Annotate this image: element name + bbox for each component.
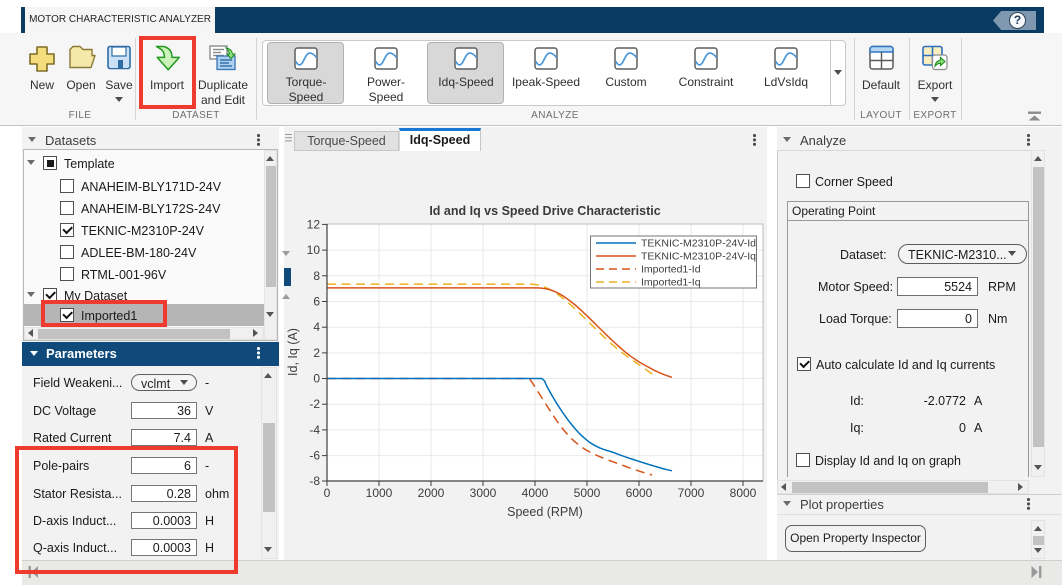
svg-text:TEKNIC-M2310P-24V-Iq: TEKNIC-M2310P-24V-Iq <box>641 251 756 263</box>
svg-text:Id, Iq (A): Id, Iq (A) <box>286 328 300 376</box>
svg-text:6: 6 <box>313 295 320 309</box>
svg-text:TEKNIC-M2310P-24V-Id: TEKNIC-M2310P-24V-Id <box>641 238 756 250</box>
svg-text:1000: 1000 <box>366 486 393 500</box>
svg-text:0: 0 <box>324 486 331 500</box>
svg-text:10: 10 <box>307 243 321 257</box>
svg-text:5000: 5000 <box>574 486 601 500</box>
svg-text:4000: 4000 <box>522 486 549 500</box>
svg-text:8000: 8000 <box>730 486 757 500</box>
svg-text:-4: -4 <box>309 423 320 437</box>
svg-text:Id and Iq vs Speed Drive Chara: Id and Iq vs Speed Drive Characteristic <box>429 204 660 218</box>
svg-text:2000: 2000 <box>418 486 445 500</box>
svg-text:3000: 3000 <box>470 486 497 500</box>
svg-text:0: 0 <box>313 372 320 386</box>
svg-text:4: 4 <box>313 320 320 334</box>
svg-text:-2: -2 <box>309 397 320 411</box>
svg-text:2: 2 <box>313 346 320 360</box>
svg-text:12: 12 <box>307 217 321 231</box>
svg-text:Imported1-Iq: Imported1-Iq <box>641 277 701 289</box>
svg-text:8: 8 <box>313 269 320 283</box>
svg-text:Imported1-Id: Imported1-Id <box>641 264 701 276</box>
svg-text:6000: 6000 <box>626 486 653 500</box>
svg-text:-8: -8 <box>309 474 320 488</box>
svg-text:7000: 7000 <box>678 486 705 500</box>
svg-text:Speed (RPM): Speed (RPM) <box>507 505 583 519</box>
svg-text:-6: -6 <box>309 449 320 463</box>
